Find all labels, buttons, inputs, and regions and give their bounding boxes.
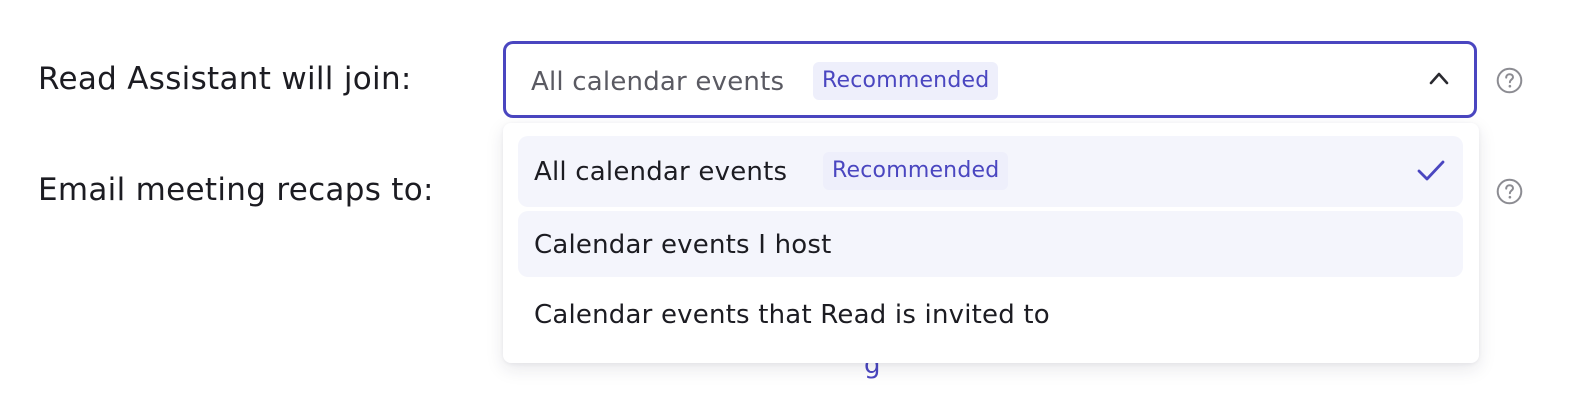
join-dropdown-menu: All calendar events Recommended Calendar…	[503, 123, 1479, 363]
option-events-read-invited[interactable]: Calendar events that Read is invited to	[518, 281, 1463, 347]
checkmark-icon	[1417, 160, 1445, 181]
recommended-badge: Recommended	[813, 62, 999, 100]
recommended-badge: Recommended	[823, 152, 1009, 190]
help-icon[interactable]	[1496, 178, 1523, 205]
option-label: All calendar events	[534, 157, 788, 187]
recaps-setting-label: Email meeting recaps to:	[38, 172, 434, 208]
option-all-calendar-events[interactable]: All calendar events Recommended	[518, 136, 1463, 207]
join-select-value: All calendar events	[531, 67, 785, 97]
chevron-up-icon[interactable]	[1428, 70, 1450, 86]
option-label: Calendar events that Read is invited to	[534, 300, 1050, 330]
help-icon[interactable]	[1496, 67, 1523, 94]
join-select[interactable]: All calendar events Recommended	[503, 41, 1477, 118]
option-label: Calendar events I host	[534, 230, 832, 260]
join-setting-label: Read Assistant will join:	[38, 61, 412, 97]
option-events-i-host[interactable]: Calendar events I host	[518, 211, 1463, 277]
